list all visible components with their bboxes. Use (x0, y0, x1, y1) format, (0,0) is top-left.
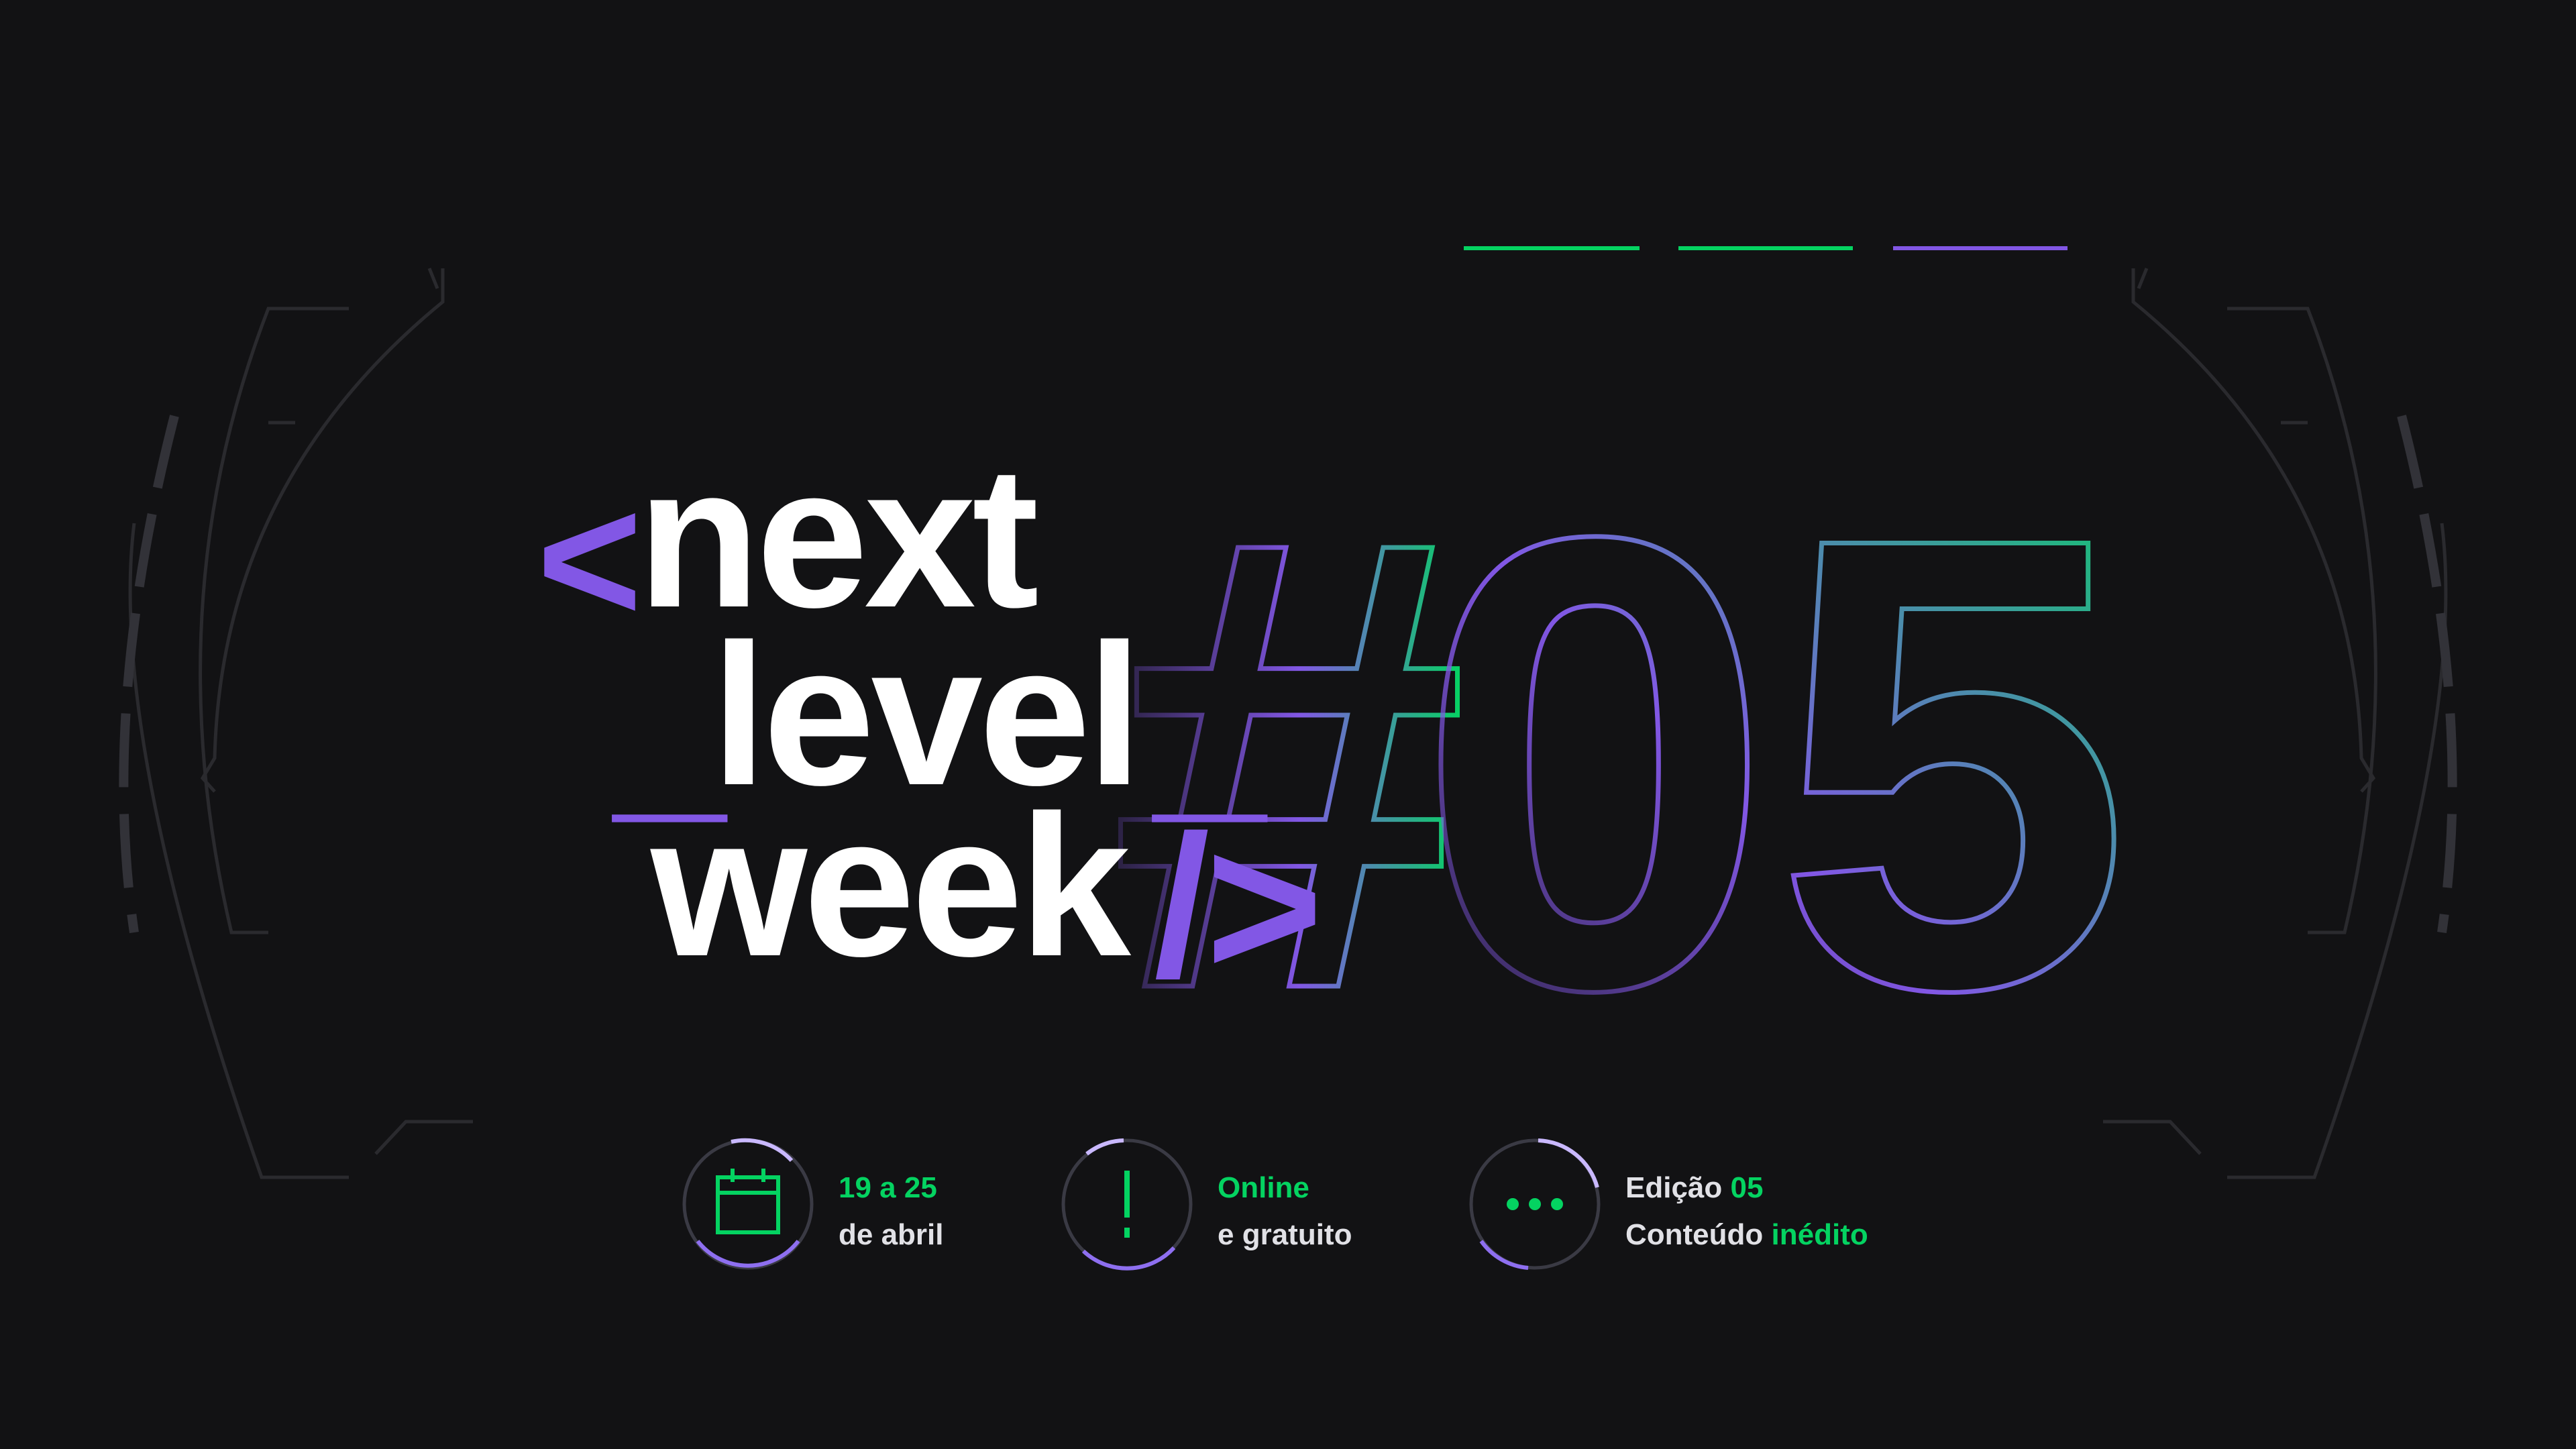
content-label: Conteúdo (1625, 1218, 1772, 1251)
date-month: de abril (839, 1218, 944, 1251)
free-label: e gratuito (1218, 1218, 1352, 1251)
content-new: inédito (1771, 1218, 1868, 1251)
date-range: 19 a 25 (839, 1171, 937, 1204)
calendar-ring (682, 1138, 814, 1270)
edition-line: Edição 05 (1625, 1165, 1868, 1212)
info-dates: 19 a 25 de abril (678, 1134, 1026, 1275)
calendar-icon (716, 1169, 780, 1234)
content-line: Conteúdo inédito (1625, 1212, 1868, 1258)
banner: # 05 < next _ level _ week /> 19 a 25 de… (0, 0, 2576, 1449)
edition-label: Edição (1625, 1171, 1731, 1204)
info-online: Online e gratuito (1057, 1134, 1432, 1275)
logo-close-bracket: /> (1154, 793, 1324, 1018)
logo-word-week: week (651, 773, 1131, 998)
online-label: Online (1218, 1171, 1309, 1204)
edition-number: 05 (1730, 1171, 1764, 1204)
number-outline-glyph: 05 (1415, 404, 2132, 1123)
ellipsis-ring (1469, 1138, 1601, 1270)
info-edition: Edição 05 Conteúdo inédito (1464, 1134, 1894, 1275)
right-frame (2103, 268, 2448, 1179)
ellipsis-icon (1507, 1198, 1563, 1210)
exclamation-ring (1061, 1138, 1193, 1271)
left-frame (128, 268, 473, 1179)
